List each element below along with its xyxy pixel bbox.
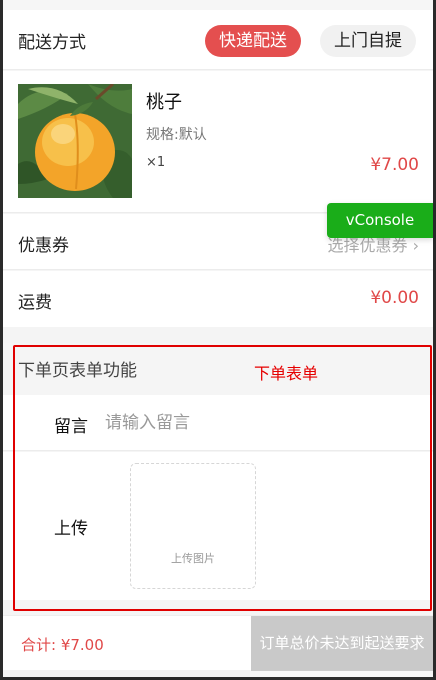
product-item: 桃子 规格:默认 ×1 ¥7.00 [3, 71, 433, 213]
delivery-method-row: 配送方式 快递配送 上门自提 [3, 10, 433, 70]
product-price: ¥7.00 [370, 155, 419, 175]
self-pickup-option[interactable]: 上门自提 [320, 25, 416, 57]
delivery-method-label: 配送方式 [18, 33, 86, 53]
order-form-annotation: 下单表单 [254, 364, 319, 383]
order-total: 合计: ¥7.00 [21, 636, 104, 654]
upload-image-text: 上传图片 [171, 552, 215, 565]
product-name: 桃子 [146, 92, 182, 113]
top-strip [3, 0, 433, 10]
express-delivery-option[interactable]: 快递配送 [205, 25, 301, 57]
submit-order-button[interactable]: 订单总价未达到起送要求 [251, 616, 433, 671]
shipping-fee-label: 运费 [18, 293, 52, 313]
vconsole-button[interactable]: vConsole [327, 203, 433, 238]
product-image [18, 84, 132, 198]
product-spec: 规格:默认 [146, 127, 207, 143]
coupon-label: 优惠券 [18, 236, 69, 256]
upload-row: 上传 上传图片 [3, 452, 433, 600]
upload-image-button[interactable]: 上传图片 [130, 463, 256, 589]
message-input[interactable] [105, 407, 405, 439]
product-quantity: ×1 [146, 155, 166, 170]
checkout-bar: 合计: ¥7.00 订单总价未达到起送要求 [3, 615, 433, 671]
shipping-fee-value: ¥0.00 [370, 288, 419, 308]
upload-label: 上传 [54, 519, 88, 539]
order-form-title: 下单页表单功能 [18, 361, 137, 381]
message-label: 留言 [54, 417, 88, 437]
section-gap [3, 327, 433, 343]
message-row: 留言 [3, 395, 433, 451]
shipping-fee-row: 运费 ¥0.00 [3, 271, 433, 327]
